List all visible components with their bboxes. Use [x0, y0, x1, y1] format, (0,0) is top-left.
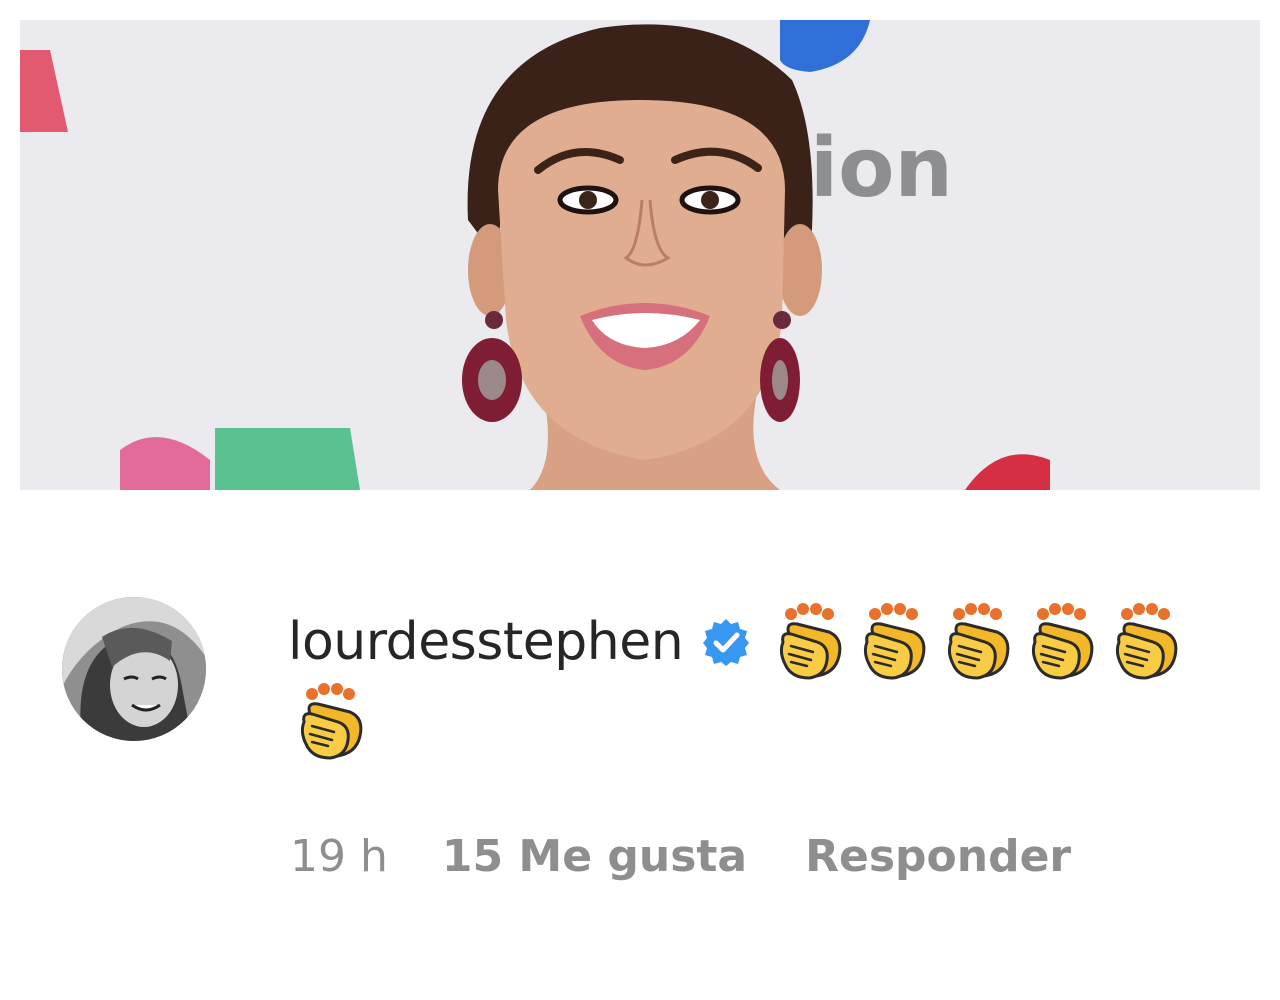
reply-button[interactable]: Responder	[805, 831, 1071, 882]
comment-likes-count[interactable]: 15 Me gusta	[442, 831, 747, 882]
clapping-hands-emoji	[1025, 602, 1101, 682]
clapping-hands-emoji	[1109, 602, 1185, 682]
clapping-hands-emoji	[857, 602, 933, 682]
post-photo: ion	[20, 20, 1260, 490]
clapping-hands-emoji	[773, 602, 849, 682]
screenshot: ion lourdesstephen 19 h 15 Me gusta Resp…	[0, 0, 1280, 1000]
backdrop-text: ion	[810, 121, 953, 216]
backdrop-shape	[215, 428, 360, 490]
comment-first-line: lourdesstephen	[288, 600, 1193, 684]
user-avatar[interactable]	[62, 597, 206, 741]
clapping-hands-emoji	[294, 682, 370, 762]
comment-meta: 19 h 15 Me gusta Responder	[290, 826, 1071, 886]
verified-badge-icon	[701, 617, 751, 667]
comment-username[interactable]: lourdesstephen	[288, 612, 684, 672]
avatar-image	[62, 597, 206, 741]
comment-timestamp: 19 h	[290, 830, 388, 882]
clapping-hands-emoji	[941, 602, 1017, 682]
comment-second-line	[294, 682, 378, 767]
portrait-photo-illustration: ion	[20, 20, 1260, 490]
